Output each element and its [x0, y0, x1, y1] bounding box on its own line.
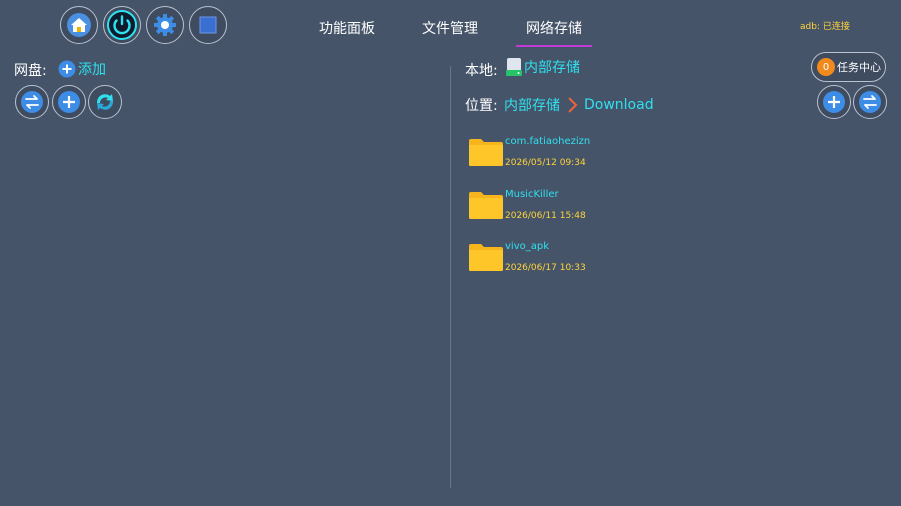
breadcrumb-item-download[interactable]: Download — [584, 97, 654, 113]
home-button[interactable] — [60, 6, 98, 44]
file-date: 2026/06/11 15:48 — [505, 211, 586, 221]
storage-icon — [506, 58, 522, 76]
tab-file-manager[interactable]: 文件管理 — [422, 18, 478, 38]
refresh-icon — [96, 94, 114, 110]
chevron-right-icon — [568, 97, 578, 113]
new-folder-button[interactable] — [817, 85, 851, 119]
refresh-button[interactable] — [88, 85, 122, 119]
add-netdisk-button[interactable]: 添加 — [58, 59, 106, 79]
home-icon — [67, 13, 91, 37]
breadcrumb-item-internal-storage[interactable]: 内部存储 — [504, 95, 560, 115]
adb-status: adb: 已连接 — [800, 22, 850, 32]
file-name: MusicKiller — [505, 189, 559, 200]
plus-icon — [58, 91, 80, 113]
file-name: vivo_apk — [505, 241, 549, 252]
plus-circle-icon — [58, 60, 76, 78]
add-button[interactable] — [52, 85, 86, 119]
stop-icon — [199, 16, 217, 34]
storage-selector[interactable]: 内部存储 — [505, 57, 580, 77]
breadcrumb: 内部存储 Download — [504, 95, 654, 115]
power-button[interactable] — [103, 6, 141, 44]
swap-icon — [859, 91, 881, 113]
folder-icon — [469, 192, 503, 219]
add-label: 添加 — [78, 62, 106, 78]
tab-network-storage[interactable]: 网络存储 — [526, 18, 582, 38]
list-item[interactable]: MusicKiller 2026/06/11 15:48 — [469, 189, 669, 229]
folder-icon — [469, 139, 503, 166]
file-date: 2026/06/17 10:33 — [505, 263, 586, 273]
netdisk-label: 网盘: — [14, 63, 47, 79]
task-center-label: 任务中心 — [837, 61, 881, 74]
active-tab-indicator — [516, 45, 592, 47]
gear-icon — [154, 14, 176, 36]
plus-icon — [823, 91, 845, 113]
stop-button[interactable] — [189, 6, 227, 44]
transfer-button[interactable] — [853, 85, 887, 119]
list-item[interactable]: vivo_apk 2026/06/17 10:33 — [469, 241, 669, 281]
folder-icon — [469, 244, 503, 271]
local-label: 本地: — [465, 63, 498, 79]
task-count-badge: 0 — [817, 58, 835, 76]
settings-button[interactable] — [146, 6, 184, 44]
tab-function-panel[interactable]: 功能面板 — [319, 18, 375, 38]
list-item[interactable]: com.fatiaohezizn 2026/05/12 09:34 — [469, 136, 669, 176]
file-name: com.fatiaohezizn — [505, 136, 591, 147]
task-center-button[interactable]: 0 任务中心 — [811, 52, 886, 82]
swap-button[interactable] — [15, 85, 49, 119]
swap-icon — [21, 91, 43, 113]
storage-name: 内部存储 — [524, 60, 580, 76]
panel-divider — [450, 66, 451, 488]
file-date: 2026/05/12 09:34 — [505, 158, 586, 168]
location-label: 位置: — [465, 98, 498, 114]
power-icon — [107, 10, 137, 40]
